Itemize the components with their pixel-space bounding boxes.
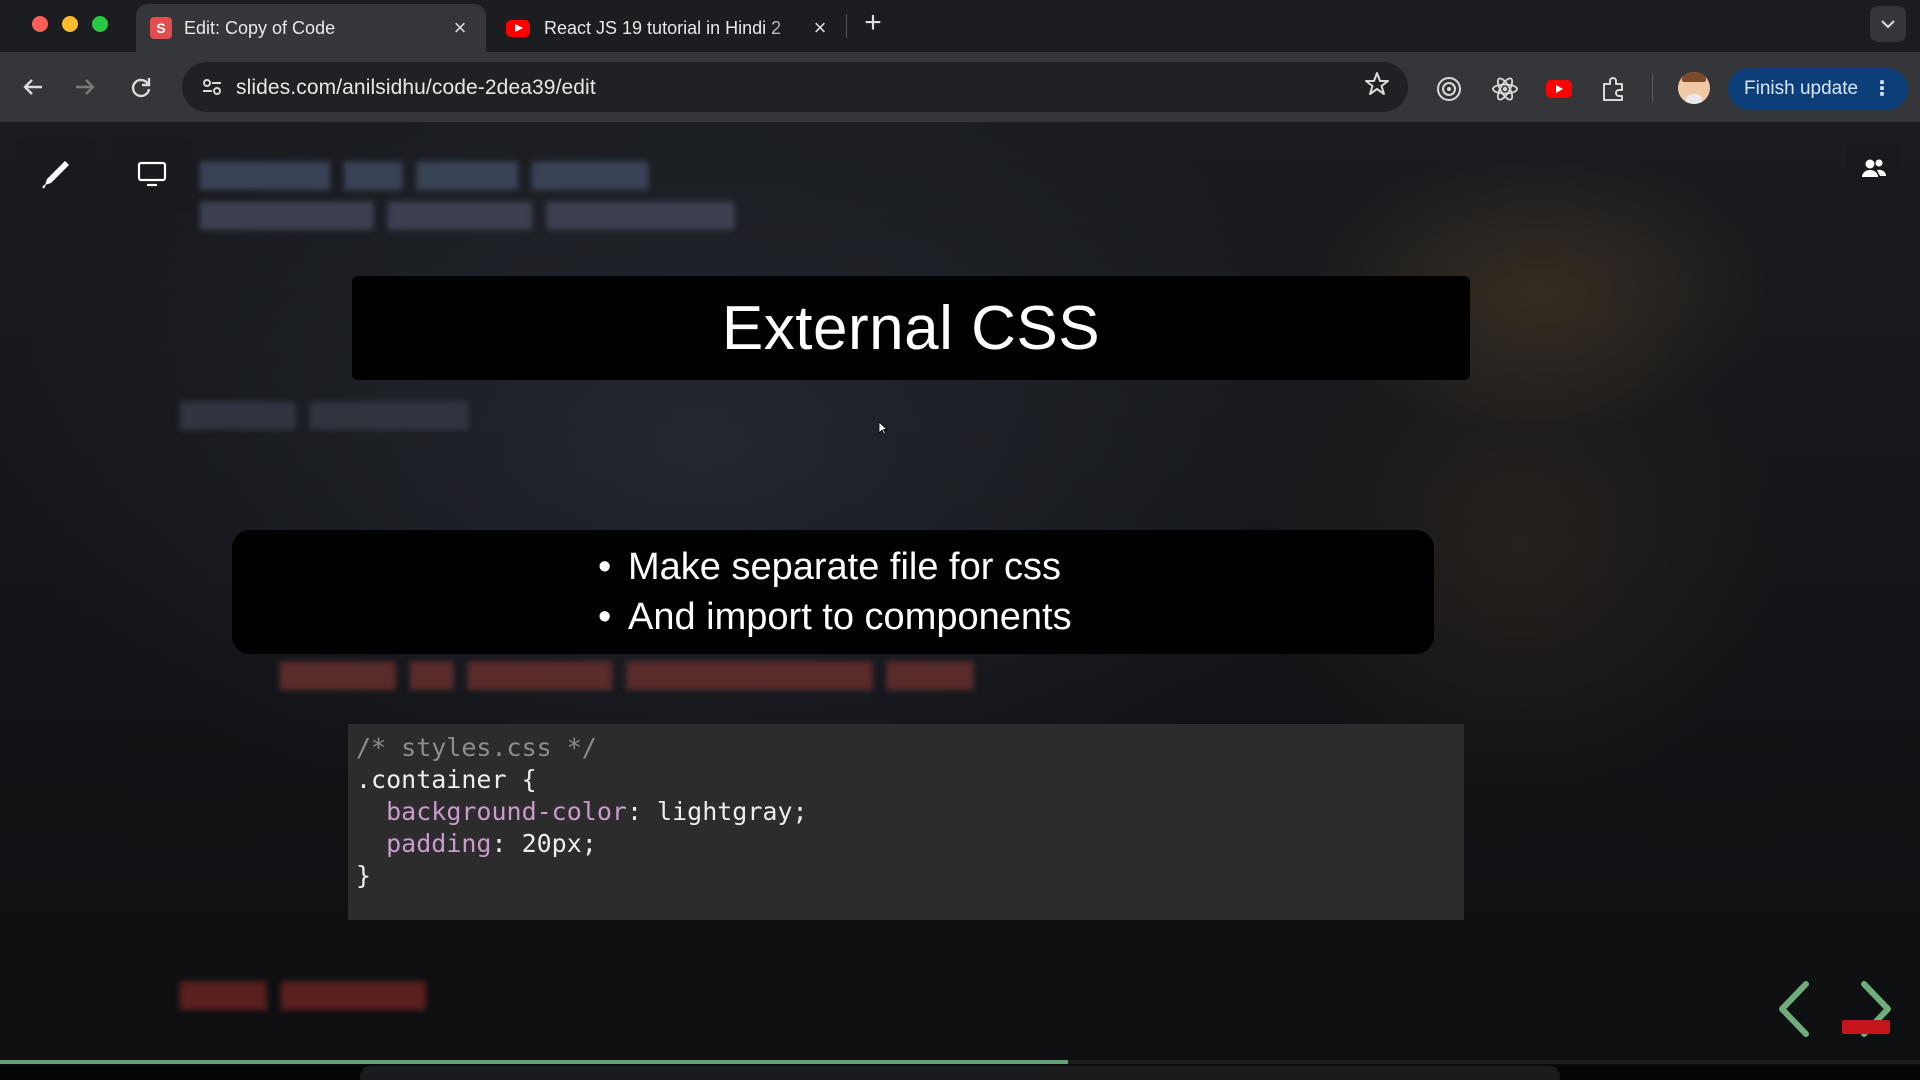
more-vertical-icon: ⋮ [1872,78,1893,100]
background-code-decoration: █████████ ████ ███████ ████████ [200,162,648,190]
bullet-item: • Make separate file for css [598,542,1068,592]
pen-icon [42,161,69,189]
finish-update-label: Finish update [1744,78,1859,99]
code-block[interactable]: /* styles.css */ .container { background… [348,724,1464,920]
youtube-extension-icon[interactable] [1544,74,1574,104]
dock-strip [0,1066,1920,1080]
code-line: padding: 20px; [356,828,1464,860]
tab-title: Edit: Copy of Code [184,17,336,38]
minimize-window-button[interactable] [62,16,78,32]
subscribe-badge [1842,1020,1890,1034]
bullet-text: Make separate file for css [628,546,1061,588]
tab-strip: S Edit: Copy of Code × React JS 19 tutor… [0,0,1920,52]
tab-youtube-video[interactable]: React JS 19 tutorial in Hindi 2 × [496,4,846,52]
target-extension-icon[interactable] [1434,74,1464,104]
collaborators-button[interactable] [1846,144,1902,192]
code-value: : 20px; [491,829,597,858]
code-property: background-color [386,797,627,826]
tab-title: React JS 19 tutorial in Hindi 2 [544,17,782,38]
bullet-dot: • [598,546,612,588]
bullet-item: • And import to components [598,592,1072,642]
maximize-window-button[interactable] [92,16,108,32]
slide-progress-fill [0,1060,1068,1064]
slide-progress-bar [0,1060,1920,1064]
youtube-icon [506,19,530,37]
mouse-pointer-icon [878,421,888,435]
code-line: /* styles.css */ [356,732,1464,764]
present-button[interactable] [112,138,192,210]
react-devtools-icon[interactable] [1490,74,1520,104]
url-text: slides.com/anilsidhu/code-2dea39/edit [236,76,596,99]
code-line: .container { [356,764,1464,796]
background-code-decoration: ████████ ███████████ [180,402,469,430]
background-code-decoration: ████████ ███ ██████████ ████████████████… [280,662,974,690]
close-tab-icon[interactable]: × [806,15,834,41]
browser-toolbar: slides.com/anilsidhu/code-2dea39/edit Fi… [0,52,1920,122]
slide-title: External CSS [721,293,1101,363]
bookmark-star-icon[interactable] [1364,71,1390,104]
background-code-decoration: ████████████ ██████████ █████████████ [200,202,735,230]
close-window-button[interactable] [32,16,48,32]
pen-edit-button[interactable] [16,138,96,210]
back-arrow-icon[interactable] [14,68,52,106]
address-bar[interactable]: slides.com/anilsidhu/code-2dea39/edit [182,62,1408,112]
tab-slides-edit[interactable]: S Edit: Copy of Code × [136,4,486,52]
new-tab-plus-icon[interactable]: + [858,6,888,40]
site-info-tune-icon[interactable] [196,71,228,103]
slides-s-icon: S [150,17,172,39]
code-value: : lightgray; [626,797,808,826]
slide-title-box[interactable]: External CSS [352,276,1470,380]
forward-arrow-icon[interactable] [66,68,104,106]
browser-window: S Edit: Copy of Code × React JS 19 tutor… [0,0,1920,1080]
bullet-text: And import to components [628,596,1072,638]
finish-update-button[interactable]: Finish update ⋮ [1728,68,1908,110]
slide-editor-canvas: █████████ ████ ███████ ████████ ████████… [0,122,1920,1062]
reload-icon[interactable] [122,68,160,106]
code-line: } [356,860,1464,892]
bullet-dot: • [598,596,612,638]
tab-divider [846,14,847,38]
tab-search-chevron-icon[interactable] [1870,6,1906,42]
code-selector: .container { [356,765,537,794]
code-closing-brace: } [356,861,372,890]
code-line: background-color: lightgray; [356,796,1464,828]
code-comment: /* styles.css */ [356,733,597,762]
toolbar-divider [1652,74,1653,102]
code-property: padding [386,829,492,858]
extensions-puzzle-icon[interactable] [1598,74,1628,104]
profile-avatar[interactable] [1678,72,1710,104]
monitor-icon [137,161,167,187]
bullet-list-box[interactable]: • Make separate file for css • And import … [232,530,1434,654]
close-tab-icon[interactable]: × [446,15,474,41]
dock [360,1066,1560,1080]
background-code-decoration: ██████ ██████████ [180,982,426,1010]
users-icon [1862,159,1887,177]
previous-slide-chevron-icon[interactable] [1766,974,1822,1044]
